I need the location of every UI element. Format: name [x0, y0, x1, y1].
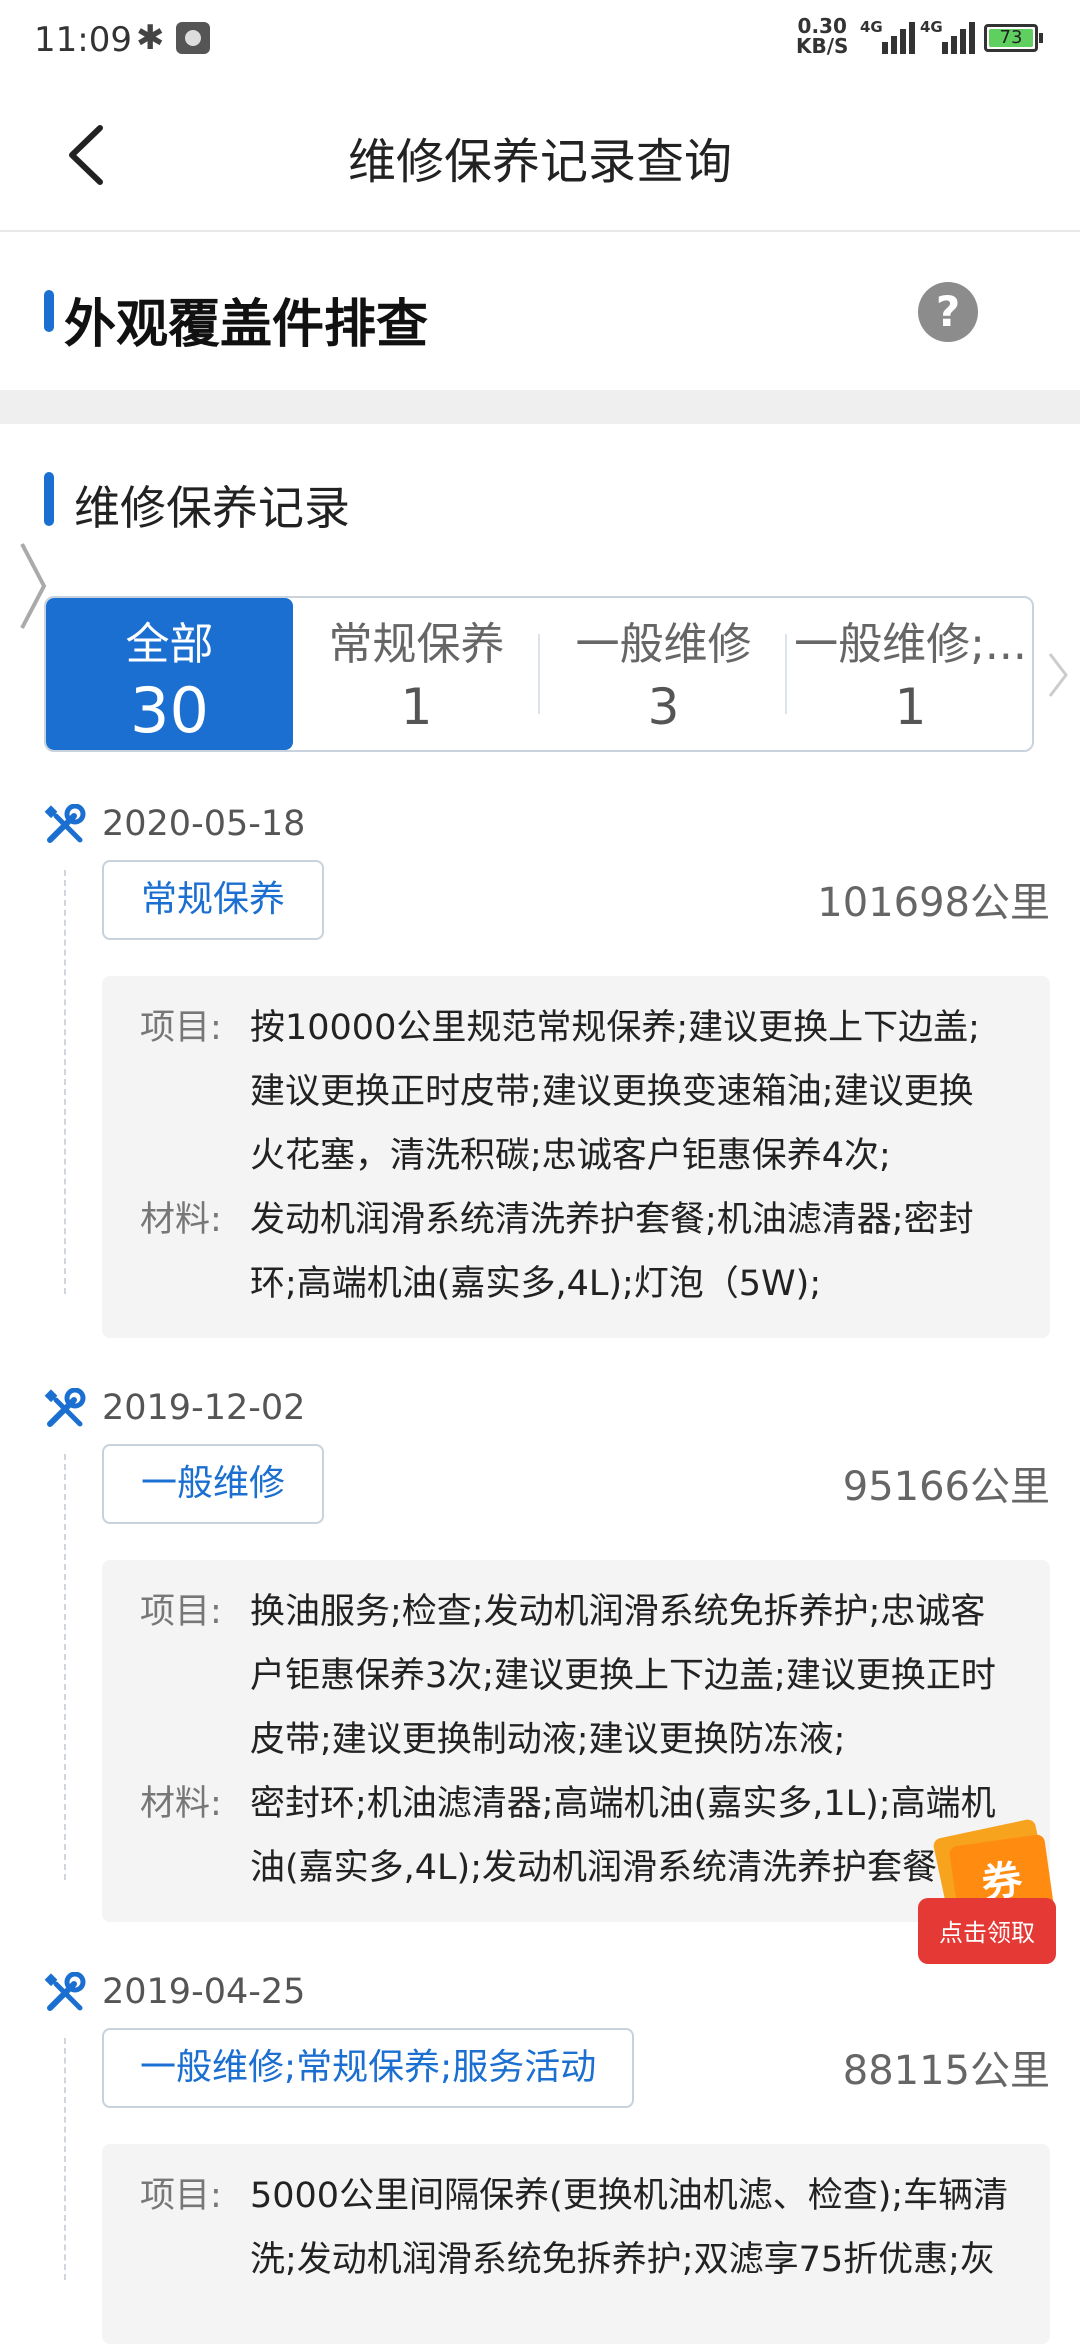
record-date: 2019-12-02	[102, 1388, 306, 1428]
wrench-screwdriver-icon	[44, 1972, 86, 2011]
project-label: 项目:	[140, 2176, 222, 2216]
tab-general-repair-combined[interactable]: 一般维修;... 1	[787, 598, 1032, 750]
material-text: 发动机润滑系统清洗养护套餐;机油滤清器;密封 环;高端机油(嘉实多,4L);灯泡…	[250, 1188, 1030, 1316]
tab-all[interactable]: 全部 30	[46, 598, 293, 750]
project-line: 5000公里间隔保养(更换机油机滤、检查);车辆清	[250, 2176, 1009, 2216]
record-date: 2019-04-25	[102, 1972, 306, 2012]
tab-count: 3	[647, 678, 680, 736]
project-line: 火花塞，清洗积碳;忠诚客户钜惠保养4次;	[250, 1136, 891, 1176]
record-mileage: 101698公里	[817, 880, 1050, 926]
exterior-section: 外观覆盖件排查 ?	[0, 232, 1080, 390]
network-speed-unit: KB/S	[796, 34, 849, 58]
tab-count: 1	[400, 678, 433, 736]
project-line: 洗;发动机润滑系统免拆养护;双滤享75折优惠;灰	[250, 2240, 995, 2280]
signal-icon: 4G	[860, 18, 916, 56]
project-line: 换油服务;检查;发动机润滑系统免拆养护;忠诚客	[250, 1592, 986, 1632]
material-label: 材料:	[140, 1784, 222, 1824]
question-circle-icon[interactable]: ?	[918, 282, 978, 342]
network-type-2: 4G	[920, 18, 943, 36]
records-accent-bar	[44, 472, 54, 526]
coupon-label: 点击领取	[918, 1898, 1056, 1964]
material-label: 材料:	[140, 1200, 222, 1240]
record-type-tag[interactable]: 一般维修;常规保养;服务活动	[102, 2028, 635, 2108]
material-line: 密封环;机油滤清器;高端机油(嘉实多,1L);高端机	[250, 1784, 996, 1824]
tab-label: 常规保养	[328, 619, 505, 670]
record-type-tag[interactable]: 一般维修	[102, 1444, 324, 1524]
tab-general-repair[interactable]: 一般维修 3	[540, 598, 787, 750]
section-divider	[0, 390, 1080, 424]
tab-label: 一般维修;...	[794, 619, 1027, 670]
camera-icon	[176, 22, 210, 54]
record-type-tabs: 全部 30 常规保养 1 一般维修 3 一般维修;... 1	[44, 596, 1034, 752]
records-section-title: 维修保养记录	[74, 481, 350, 535]
tab-count: 30	[130, 674, 209, 747]
record-details: 项目: 按10000公里规范常规保养;建议更换上下边盖; 建议更换正时皮带;建议…	[102, 976, 1050, 1338]
project-line: 按10000公里规范常规保养;建议更换上下边盖;	[250, 1008, 980, 1048]
page-title: 维修保养记录查询	[347, 134, 732, 190]
wrench-screwdriver-icon	[44, 804, 86, 843]
tab-regular-maintenance[interactable]: 常规保养 1	[293, 598, 540, 750]
project-label: 项目:	[140, 1008, 222, 1048]
record-type-tag[interactable]: 常规保养	[102, 860, 324, 940]
tab-label: 全部	[125, 619, 214, 670]
project-text: 换油服务;检查;发动机润滑系统免拆养护;忠诚客 户钜惠保养3次;建议更换上下边盖…	[250, 1580, 1030, 1772]
network-speed: 0.30 KB/S	[796, 16, 848, 56]
wrench-screwdriver-icon	[44, 1388, 86, 1427]
battery-level: 73	[999, 27, 1023, 48]
record-item[interactable]: 2019-04-25 一般维修;常规保养;服务活动 88115公里 项目: 50…	[0, 1972, 1080, 2344]
bluetooth-icon: ✱	[136, 18, 165, 58]
section-accent-bar	[44, 290, 54, 332]
tab-count: 1	[894, 678, 927, 736]
network-type-1: 4G	[860, 18, 883, 36]
battery-icon: 73	[984, 24, 1043, 52]
status-bar: 11:09 ✱ 0.30 KB/S 4G 4G 73	[0, 0, 1080, 80]
record-details: 项目: 5000公里间隔保养(更换机油机滤、检查);车辆清 洗;发动机润滑系统免…	[102, 2144, 1050, 2344]
record-mileage: 88115公里	[842, 2048, 1050, 2094]
record-date: 2020-05-18	[102, 804, 306, 844]
material-line: 油(嘉实多,4L);发动机润滑系统清洗养护套餐	[250, 1848, 937, 1888]
network-speed-value: 0.30	[797, 14, 847, 38]
project-line: 户钜惠保养3次;建议更换上下边盖;建议更换正时	[250, 1656, 996, 1696]
exterior-section-title: 外观覆盖件排查	[64, 295, 429, 355]
material-text: 密封环;机油滤清器;高端机油(嘉实多,1L);高端机 油(嘉实多,4L);发动机…	[250, 1772, 1030, 1900]
project-line: 皮带;建议更换制动液;建议更换防冻液;	[250, 1720, 846, 1760]
chevron-right-icon[interactable]	[1046, 650, 1070, 700]
record-mileage: 95166公里	[842, 1464, 1050, 1510]
project-line: 建议更换正时皮带;建议更换变速箱油;建议更换	[250, 1072, 974, 1112]
project-text: 按10000公里规范常规保养;建议更换上下边盖; 建议更换正时皮带;建议更换变速…	[250, 996, 1030, 1188]
record-item[interactable]: 2020-05-18 常规保养 101698公里 项目: 按10000公里规范常…	[0, 804, 1080, 1338]
record-details: 项目: 换油服务;检查;发动机润滑系统免拆养护;忠诚客 户钜惠保养3次;建议更换…	[102, 1560, 1050, 1922]
tab-label: 一般维修	[575, 619, 752, 670]
project-label: 项目:	[140, 1592, 222, 1632]
material-line: 环;高端机油(嘉实多,4L);灯泡（5W);	[250, 1264, 822, 1304]
nav-bar: 维修保养记录查询	[0, 80, 1080, 232]
project-text: 5000公里间隔保养(更换机油机滤、检查);车辆清 洗;发动机润滑系统免拆养护;…	[250, 2164, 1030, 2292]
material-line: 发动机润滑系统清洗养护套餐;机油滤清器;密封	[250, 1200, 974, 1240]
coupon-floating-button[interactable]: 券 点击领取	[918, 1818, 1056, 1964]
status-time: 11:09	[34, 20, 132, 60]
signal-icon-2: 4G	[920, 18, 976, 56]
